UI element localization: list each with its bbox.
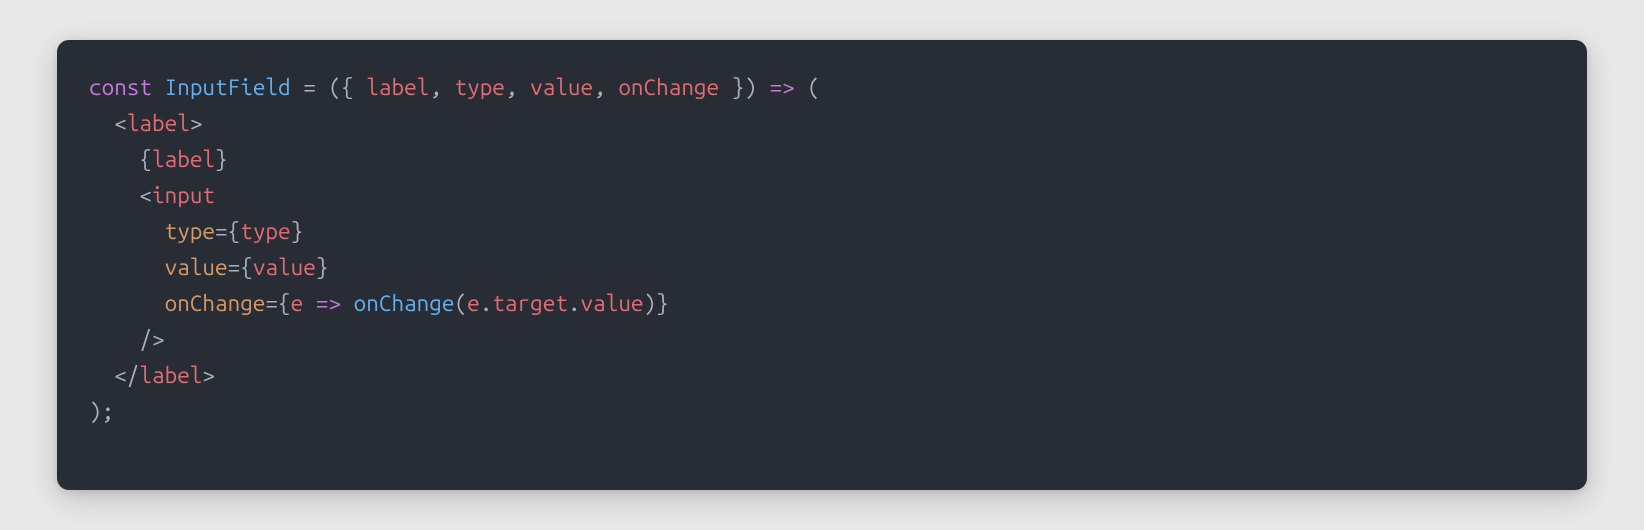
tag-close: > [202, 363, 215, 388]
code-block: const InputField = ({ label, type, value… [57, 40, 1587, 490]
tag-open: < [114, 111, 127, 136]
jsx-tag-label: label [127, 111, 190, 136]
dot: . [480, 291, 493, 316]
indent [89, 147, 139, 172]
arg-e: e [291, 291, 304, 316]
param-type: type [455, 75, 505, 100]
indent [89, 183, 139, 208]
ws [341, 291, 354, 316]
indent [89, 111, 114, 136]
attr-eq: = [215, 219, 228, 244]
destructure-open: ({ [328, 75, 366, 100]
member-value: value [581, 291, 644, 316]
indent [89, 327, 139, 352]
expr-label: label [152, 147, 215, 172]
attr-eq: = [265, 291, 278, 316]
attr-onchange: onChange [165, 291, 266, 316]
brace-close: } [316, 255, 329, 280]
arrow: => [770, 75, 795, 100]
operator-equals: = [303, 75, 316, 100]
brace-open: { [278, 291, 291, 316]
attr-type: type [165, 219, 215, 244]
param-value: value [530, 75, 593, 100]
obj-e: e [467, 291, 480, 316]
tag-close: > [190, 111, 203, 136]
end: ); [89, 399, 114, 424]
arrow: => [316, 291, 341, 316]
tag-open: < [139, 183, 152, 208]
paren-close: ) [644, 291, 657, 316]
jsx-tag-label-close: label [139, 363, 202, 388]
param-onchange: onChange [618, 75, 719, 100]
ws [316, 75, 329, 100]
component-name: InputField [165, 75, 291, 100]
comma: , [593, 75, 618, 100]
destructure-close: }) [719, 75, 769, 100]
indent [89, 291, 165, 316]
expr-type: type [240, 219, 290, 244]
expr-value: value [253, 255, 316, 280]
code-content: const InputField = ({ label, type, value… [89, 70, 1555, 430]
brace-close: } [291, 219, 304, 244]
param-label: label [366, 75, 429, 100]
attr-eq: = [228, 255, 241, 280]
comma: , [505, 75, 530, 100]
paren-open: ( [454, 291, 467, 316]
indent [89, 255, 165, 280]
member-target: target [492, 291, 568, 316]
comma: , [429, 75, 454, 100]
tag-open-close: </ [114, 363, 139, 388]
self-close: /> [139, 327, 164, 352]
attr-value: value [165, 255, 228, 280]
brace-open: { [139, 147, 152, 172]
ws [291, 75, 304, 100]
paren-open: ( [795, 75, 820, 100]
brace-open: { [240, 255, 253, 280]
indent [89, 219, 165, 244]
dot: . [568, 291, 581, 316]
jsx-tag-input: input [152, 183, 215, 208]
indent [89, 363, 114, 388]
brace-open: { [228, 219, 241, 244]
brace-close: } [656, 291, 669, 316]
call-onchange: onChange [354, 291, 455, 316]
keyword-const: const [89, 75, 152, 100]
ws [152, 75, 165, 100]
brace-close: } [215, 147, 228, 172]
ws [303, 291, 316, 316]
